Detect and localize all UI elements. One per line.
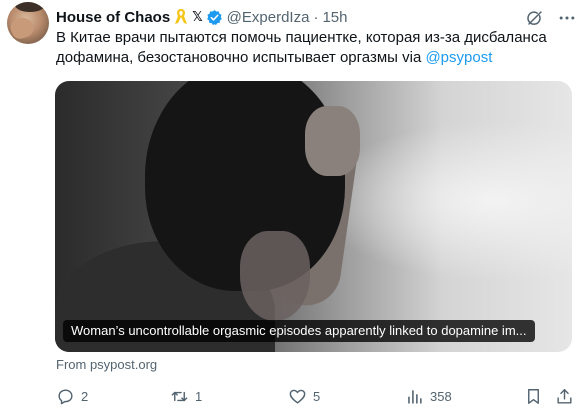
reply-icon — [58, 388, 73, 404]
views-chart-icon — [408, 389, 422, 404]
link-source[interactable]: From psypost.org — [56, 356, 157, 374]
display-name[interactable]: House of Chaos — [56, 9, 170, 26]
tweet-header: House of Chaos 𝕏 @ExperdIza · 15h — [56, 6, 347, 28]
timestamp[interactable]: 15h — [322, 9, 347, 26]
image-face — [240, 231, 310, 321]
reply-count: 2 — [81, 388, 89, 404]
repost-icon — [171, 391, 188, 401]
heart-icon — [289, 389, 306, 404]
reply-button[interactable]: 2 — [56, 384, 88, 408]
tweet-text: В Китае врачи пытаются помочь пациентке,… — [56, 28, 576, 68]
verified-badge-icon[interactable] — [206, 9, 223, 26]
grok-icon[interactable] — [526, 9, 544, 27]
link-card-image[interactable]: Woman’s uncontrollable orgasmic episodes… — [55, 81, 572, 352]
avatar[interactable] — [7, 2, 49, 44]
separator-dot: · — [313, 8, 319, 26]
avatar-hair — [15, 2, 45, 12]
x-logo-icon: 𝕏 — [192, 9, 203, 24]
share-button[interactable] — [555, 384, 574, 408]
views-button[interactable]: 358 — [405, 384, 452, 408]
more-icon[interactable] — [557, 8, 577, 28]
handle[interactable]: @ExperdIza — [227, 9, 310, 26]
action-bar: 2 1 5 358 — [0, 384, 588, 408]
bookmark-button[interactable] — [524, 384, 543, 408]
repost-count: 1 — [195, 388, 203, 404]
avatar-hand — [8, 14, 36, 42]
yellow-ribbon-icon — [174, 8, 188, 26]
tweet-card[interactable]: House of Chaos 𝕏 @ExperdIza · 15h В Кита… — [0, 0, 588, 419]
image-hand — [305, 106, 360, 176]
link-card-caption[interactable]: Woman’s uncontrollable orgasmic episodes… — [63, 320, 535, 342]
views-count: 358 — [430, 388, 452, 404]
mention-link[interactable]: @psypost — [425, 49, 492, 66]
bookmark-icon — [528, 388, 539, 404]
like-count: 5 — [313, 388, 321, 404]
like-button[interactable]: 5 — [288, 384, 320, 408]
repost-button[interactable]: 1 — [170, 384, 202, 408]
share-icon — [557, 388, 572, 404]
